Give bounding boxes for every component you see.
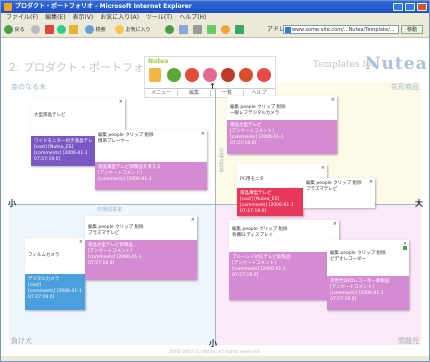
ie-icon (4, 3, 12, 11)
card-digital-camera[interactable]: × 編集 people クリップ 削除 有機ELディスプレイ (229, 220, 339, 252)
minimize-button[interactable] (393, 3, 403, 11)
menu-tools[interactable]: ツール(T) (146, 14, 172, 21)
title-bar: プロダクト・ポートフォリオ - Microsoft Internet Explo… (1, 1, 429, 13)
menu-file[interactable]: ファイル(F) (6, 14, 38, 21)
close-icon[interactable]: × (201, 131, 205, 137)
search-icon (85, 25, 94, 34)
close-icon[interactable]: × (119, 99, 123, 105)
favorites-button[interactable]: お気に入り (115, 25, 151, 35)
status-bar (1, 356, 429, 361)
card-red-note[interactable]: 液晶薄型テレビ [cost] [Nutea_ES] [comments] [2006… (237, 188, 303, 216)
stop-button[interactable] (45, 25, 54, 35)
close-icon[interactable]: × (369, 179, 373, 185)
tools-button[interactable] (235, 25, 244, 35)
maximize-button[interactable] (405, 3, 415, 11)
print-button[interactable] (193, 25, 202, 35)
color-tag (403, 246, 407, 250)
card-purple-note[interactable]: 液晶薄型テレビ新製品を考える [アンケートコメント] [comments] [200… (95, 162, 207, 190)
red-round-tool-icon[interactable] (257, 68, 271, 82)
nutea-logo: Nutea (365, 54, 428, 74)
green-tool-icon[interactable] (167, 68, 181, 82)
card-question-purple-2[interactable]: 次世代DVDレコーダー新製品 [アンケートコメント] [comments] [200… (327, 276, 409, 310)
axis-x-caption: 市場成長率 (97, 207, 123, 213)
stop-icon (45, 25, 54, 34)
menu-bar: ファイル(F) 編集(E) 表示(V) お気に入り(A) ツール(T) ヘルプ(… (1, 13, 429, 23)
axis-right-label: 大 (415, 199, 423, 208)
back-button[interactable]: 戻る (4, 25, 25, 35)
menu-view[interactable]: 表示(V) (72, 14, 93, 21)
pink-tool-icon[interactable] (203, 68, 217, 82)
messenger-icon (221, 25, 230, 34)
close-icon[interactable]: × (79, 239, 83, 245)
tab-edit[interactable]: 編集 (178, 89, 210, 97)
refresh-icon (57, 25, 66, 34)
tools-icon (235, 25, 244, 34)
axis-y-caption: 市場占有率 (218, 148, 224, 173)
mail-button[interactable] (179, 25, 188, 35)
card-blue-note[interactable]: デジタルカメラ [cost] [comments] [2006-01-1 07:27:… (25, 274, 85, 310)
menu-favorites[interactable]: お気に入り(A) (100, 14, 139, 21)
close-icon[interactable]: × (321, 165, 325, 171)
page-content: 2. プロダクト・ポートフォリオ Templates for Nutea Nut… (1, 38, 429, 361)
card-video-recorder[interactable]: × 編集 people クリップ 削除 ビデオレコーダー (327, 240, 409, 276)
history-button[interactable] (165, 25, 174, 35)
quadrant-label-star: 花形商品 (391, 83, 419, 91)
axis-bottom-label: 小 (209, 339, 217, 348)
card-lcd-tv[interactable]: × 編集 people クリップ 削除 プラズマテレビ (303, 178, 375, 208)
close-icon[interactable]: × (331, 97, 335, 103)
go-button[interactable]: 移動 (401, 25, 423, 34)
card-star-purple[interactable]: 液晶大型テレビ [アンケートコメント] [comments] [2006-01-1 0… (227, 120, 337, 154)
red-tool-icon[interactable] (185, 68, 199, 82)
toolbar: 戻る 検索 お気に入り アドレス(D) www.some-site.com/..… (1, 23, 429, 38)
orange-tool-icon[interactable] (239, 68, 253, 82)
quadrant-label-cash-cow: 金のなる木 (11, 83, 46, 91)
browser-window: プロダクト・ポートフォリオ - Microsoft Internet Explo… (0, 0, 430, 362)
home-tool-icon[interactable] (149, 68, 161, 82)
vertical-axis (215, 88, 216, 346)
forward-button[interactable] (31, 25, 40, 35)
page-footer: 2005-2007 (C) Nutea All rights reserved. (169, 350, 261, 355)
page-icon (285, 27, 291, 33)
axis-top-label: ↑ (209, 82, 216, 91)
search-button[interactable]: 検索 (85, 25, 106, 35)
close-button[interactable] (417, 3, 427, 11)
messenger-button[interactable] (221, 25, 230, 35)
home-icon (69, 25, 78, 34)
menu-help[interactable]: ヘルプ(H) (179, 14, 206, 21)
address-input[interactable]: www.some-site.com/...Nutea/Template/... (283, 25, 399, 34)
edit-button[interactable] (207, 25, 216, 35)
home-button[interactable] (69, 25, 78, 35)
tab-menu[interactable]: メニュー (145, 89, 177, 97)
card-portable-player[interactable]: × 編集 people クリップ 削除 携帯プレーヤー (95, 130, 207, 162)
back-arrow-icon (4, 25, 13, 34)
history-icon (165, 25, 174, 34)
tool-palette: Nutea メニュー 編集 一覧 ヘルプ (144, 56, 276, 98)
card-dog-purple[interactable]: 液晶大型テレビ新製品 [アンケートコメント] [comments] [2006-01… (85, 240, 197, 280)
close-icon[interactable]: × (191, 217, 195, 223)
forward-arrow-icon (31, 25, 40, 34)
card-film-camera[interactable]: × フィルムカメラ (25, 238, 85, 274)
quadrant-label-dog: 負け犬 (11, 337, 32, 345)
quadrant-label-question: 問題児 (398, 337, 419, 345)
refresh-button[interactable] (57, 25, 66, 35)
card-mobile-line[interactable]: ワイドモニター付き液晶テレ [cost] [Nutea_ES] [comments]… (31, 136, 101, 166)
palette-brand: Nutea (148, 58, 169, 65)
axis-left-label: 小 (8, 199, 16, 208)
card-question-purple[interactable]: ブルーレイ対応テレビ新製品 [アンケートコメント] [comments] [2006… (229, 252, 339, 300)
menu-edit[interactable]: 編集(E) (45, 14, 65, 21)
card-lcd-tv-2[interactable]: × 編集 people クリップ 削除 プラズマテレビ (85, 216, 197, 240)
print-icon (193, 25, 202, 34)
edit-icon (207, 25, 216, 34)
page-title: 2. プロダクト・ポートフォリオ (9, 61, 166, 74)
close-icon[interactable]: × (333, 221, 337, 227)
window-title: プロダクト・ポートフォリオ - Microsoft Internet Explo… (15, 3, 192, 10)
star-icon (115, 25, 124, 34)
card-compact-camera[interactable]: × 編集 people クリップ 削除 一眼レフデジタルカメラ (227, 96, 337, 120)
mail-icon (179, 25, 188, 34)
stop-tool-icon[interactable] (221, 68, 235, 82)
